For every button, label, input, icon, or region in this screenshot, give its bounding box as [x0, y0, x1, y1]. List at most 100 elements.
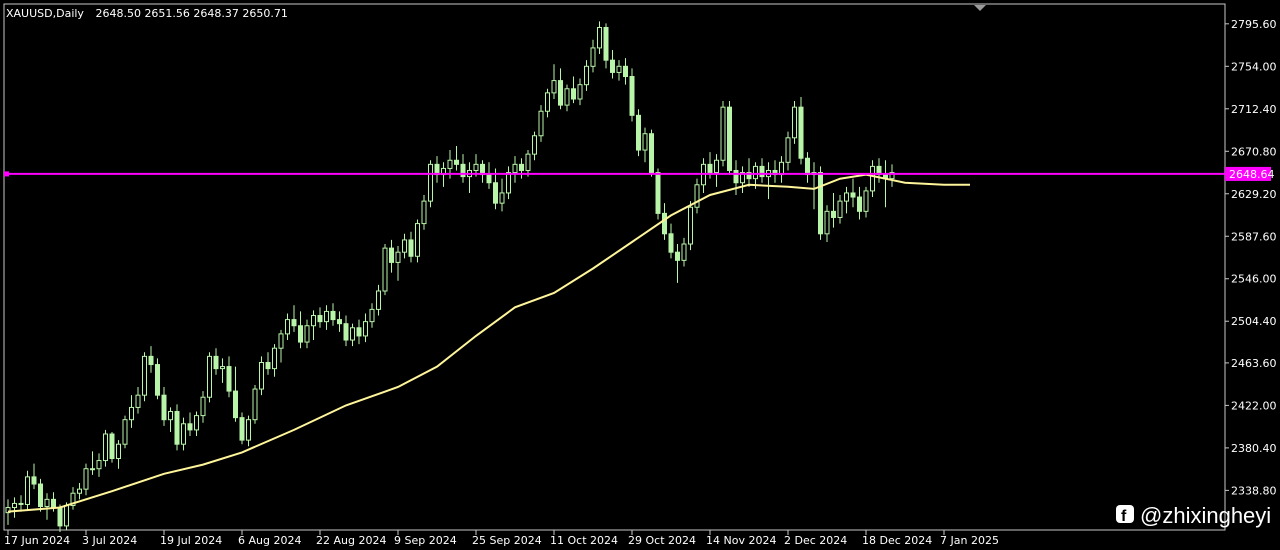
bull-candle-body	[532, 135, 537, 155]
candle	[38, 478, 43, 512]
candle	[142, 352, 147, 402]
bull-candle-body	[252, 388, 258, 421]
bear-candle-body	[239, 417, 245, 441]
bear-candle-body	[454, 159, 459, 165]
bull-candle-body	[837, 200, 843, 218]
candle	[636, 109, 641, 157]
symbol-label: XAUUSD,Daily	[6, 7, 84, 20]
x-tick-label: 19 Jul 2024	[160, 534, 222, 547]
bull-candle-body	[122, 419, 128, 445]
bear-candle-body	[727, 106, 732, 171]
bear-candle-body	[265, 361, 271, 370]
candle	[207, 352, 212, 403]
bear-candle-body	[636, 114, 641, 151]
chart-header: XAUUSD,Daily 2648.50 2651.56 2648.37 265…	[6, 7, 288, 20]
bull-candle-body	[369, 308, 375, 323]
candle	[174, 404, 180, 451]
facebook-glyph: f	[1121, 508, 1127, 525]
candle	[122, 415, 128, 449]
bear-candle-body	[31, 476, 37, 485]
bear-candle-body	[831, 210, 836, 218]
bull-candle-body	[428, 163, 433, 202]
bear-candle-body	[850, 192, 856, 198]
bear-candle-body	[213, 355, 219, 370]
x-tick-label: 2 Dec 2024	[784, 534, 847, 547]
bear-candle-body	[798, 106, 804, 159]
bull-candle-body	[525, 153, 531, 171]
price-chart[interactable]: 2648.64 2795.60 2754.00 2712.40 2670.80 2629…	[0, 0, 1280, 550]
candle	[382, 244, 388, 296]
bear-candle-body	[519, 163, 524, 171]
bear-candle-body	[733, 169, 739, 184]
bear-candle-body	[38, 483, 43, 508]
bull-candle-body	[142, 355, 147, 396]
bear-candle-body	[187, 423, 193, 431]
bull-candle-body	[12, 502, 17, 509]
bull-candle-body	[506, 172, 511, 194]
bull-candle-body	[64, 504, 69, 527]
bull-candle-body	[402, 239, 407, 253]
ohlc-readout: 2648.50 2651.56 2648.37 2650.71	[95, 7, 287, 20]
candle	[428, 160, 433, 208]
bear-candle-body	[603, 26, 609, 61]
bear-candle-body	[291, 319, 297, 327]
y-tick-label: 2754.00	[1231, 60, 1277, 73]
bear-candle-body	[161, 394, 167, 421]
bull-candle-body	[103, 433, 108, 462]
bear-candle-body	[317, 315, 323, 323]
bear-candle-body	[558, 80, 563, 106]
y-tick-label: 2587.60	[1231, 230, 1277, 243]
line-anchor-handle[interactable]	[4, 171, 9, 177]
bull-candle-body	[584, 65, 589, 86]
candle	[727, 101, 732, 175]
bear-candle-body	[109, 433, 115, 460]
bear-candle-body	[629, 76, 635, 116]
candle	[818, 166, 823, 240]
bull-candle-body	[473, 163, 479, 171]
x-tick-label: 3 Jul 2024	[82, 534, 137, 547]
y-tick-label: 2380.40	[1231, 442, 1277, 455]
bear-candle-body	[389, 247, 394, 263]
bull-candle-body	[96, 460, 102, 470]
bull-candle-body	[421, 200, 427, 225]
candle	[415, 219, 420, 263]
bull-candle-body	[25, 476, 30, 505]
bear-candle-body	[356, 327, 362, 337]
bear-candle-body	[675, 251, 680, 261]
bear-candle-body	[662, 212, 667, 235]
bear-candle-body	[655, 172, 661, 214]
candle	[259, 356, 264, 396]
bull-candle-body	[642, 133, 648, 151]
bear-candle-body	[610, 59, 615, 73]
bear-candle-body	[707, 163, 713, 174]
bull-candle-body	[207, 355, 212, 398]
bull-candle-body	[246, 419, 251, 441]
x-tick-label: 18 Dec 2024	[862, 534, 932, 547]
candle	[720, 101, 726, 167]
candle	[155, 358, 160, 400]
bull-candle-body	[597, 26, 602, 49]
bear-candle-body	[51, 498, 56, 509]
candle	[252, 384, 258, 424]
bull-candle-body	[863, 190, 869, 212]
bull-candle-body	[77, 488, 82, 494]
y-tick-label: 2422.00	[1231, 399, 1277, 412]
bear-candle-body	[226, 366, 232, 392]
bear-candle-body	[759, 165, 765, 178]
bull-candle-body	[694, 184, 700, 208]
bear-candle-body	[343, 323, 349, 341]
bull-candle-body	[382, 247, 388, 292]
bear-candle-body	[486, 174, 492, 184]
y-tick-label: 2463.60	[1231, 357, 1277, 370]
x-tick-label: 9 Sep 2024	[394, 534, 457, 547]
bull-candle-body	[272, 347, 277, 370]
watermark: f @zhixingheyi	[1116, 503, 1271, 528]
bull-candle-body	[792, 106, 797, 139]
bull-candle-body	[824, 210, 830, 235]
bear-candle-body	[668, 233, 674, 253]
x-tick-label: 7 Jan 2025	[940, 534, 999, 547]
candle	[25, 470, 30, 510]
bear-candle-body	[623, 65, 628, 78]
bull-candle-body	[304, 325, 310, 343]
y-tick-label: 2712.40	[1231, 103, 1277, 116]
